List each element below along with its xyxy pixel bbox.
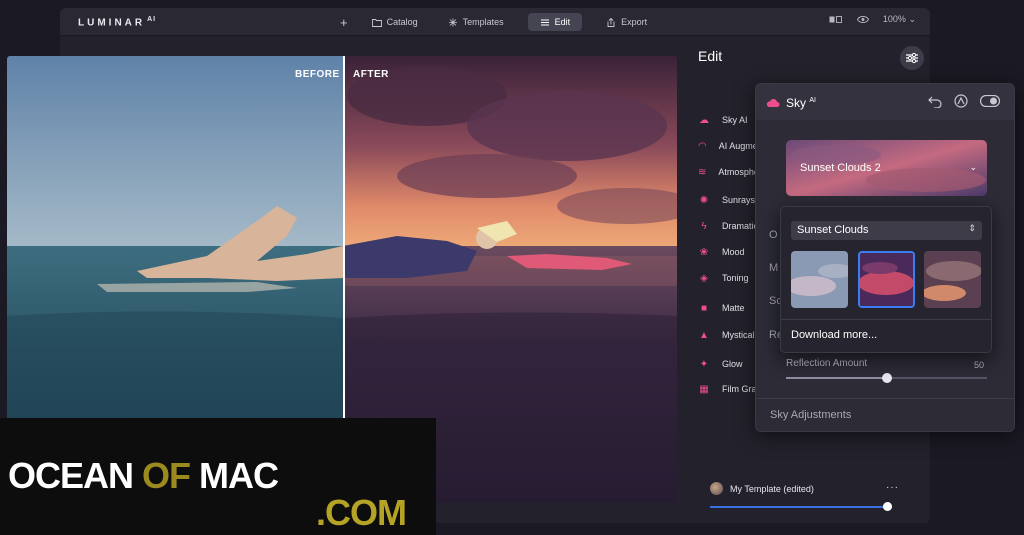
nav-export-label: Export [621,17,648,27]
edit-panel-title: Edit [698,48,723,64]
mask-icon[interactable] [954,94,968,108]
nav-templates-label: Templates [462,17,504,27]
slider-knob[interactable] [883,502,892,511]
toggle-visibility-icon[interactable] [980,95,1000,107]
sparkle-icon [448,18,457,26]
tool-label: Mystical [722,330,755,340]
slider-fill [786,377,887,379]
truncated-option-label: O [769,229,778,241]
template-row[interactable]: My Template (edited) [710,482,814,495]
zoom-dropdown[interactable]: 100% ⌄ [883,14,916,25]
add-icon[interactable]: + [340,15,348,30]
share-icon [607,17,615,27]
sky-selector[interactable]: Sunset Clouds 2 ⌄ [786,140,987,196]
sky-category-select[interactable]: Sunset Clouds ⇕ [791,221,982,240]
film-icon: ▦ [699,383,709,395]
before-label: BEFORE [295,69,340,80]
reflection-amount-label: Reflection Amount [786,358,868,369]
after-label: AFTER [353,69,389,80]
cloud-icon: ☁ [699,114,709,126]
rainbow-icon: ◠ [698,140,707,152]
sky-thumbnail[interactable] [791,251,848,308]
selected-sky-label: Sunset Clouds 2 [800,162,881,174]
sky-panel-actions [928,94,1000,108]
folder-icon [371,18,382,27]
nav-edit-label: Edit [554,17,571,27]
compare-icon[interactable] [829,15,843,24]
nav-export[interactable]: Export [600,13,653,31]
tool-label: Sunrays [722,195,756,205]
template-avatar [710,482,723,495]
divider [756,398,1014,399]
sky-thumb-dramatic [924,251,981,308]
sky-title-text: Sky [786,96,807,110]
main-nav: + Catalog Templates Edit Export [340,13,653,31]
top-toolbar: LUMINAR AI + Catalog Templates Edit Expor… [60,8,930,36]
logo-text: LUMINAR [78,17,146,29]
watermark-suffix: .COM [316,492,407,533]
mood-icon: ❀ [699,246,709,258]
cone-icon: ▲ [699,329,709,341]
sky-adjustments-section[interactable]: Sky Adjustments [770,409,851,421]
sky-dropdown: Sunset Clouds ⇕ Download more... [780,206,992,353]
reflection-amount-value: 50 [973,360,984,370]
template-amount-slider[interactable] [710,502,892,511]
download-more-link[interactable]: Download more... [791,329,877,341]
bolt-icon: ϟ [701,220,707,232]
sky-thumbnail[interactable] [924,251,981,308]
adjustments-button[interactable] [900,46,924,70]
sky-thumb-pale [791,251,848,308]
sliders-icon [540,19,549,25]
tool-label: Matte [722,303,745,313]
app-logo: LUMINAR AI [78,16,156,28]
tool-label: Toning [722,273,749,283]
watermark-word: MAC [199,455,279,496]
chevron-down-icon: ⌄ [908,14,916,24]
truncated-option-label: M [769,262,779,274]
tool-label: Glow [722,359,743,369]
sky-category-label: Sunset Clouds [797,224,869,236]
divider [781,319,991,320]
nav-catalog[interactable]: Catalog [366,13,424,31]
sky-panel-header: Sky AI [756,84,1014,120]
zoom-value: 100% [882,14,906,24]
sky-panel-title: Sky AI [786,96,816,110]
undo-icon[interactable] [928,95,942,108]
sliders-icon [906,52,918,64]
more-options-icon[interactable]: ··· [886,482,899,493]
template-name: My Template (edited) [730,483,814,494]
sun-icon: ✺ [699,194,709,206]
sky-title-sup: AI [809,97,816,104]
nav-catalog-label: Catalog [386,17,418,27]
watermark-logo: OCEAN OF MAC [8,455,279,497]
eye-icon[interactable] [856,15,869,24]
paint-bucket-icon: ◈ [700,272,708,284]
square-icon: ■ [700,302,708,314]
cloud-icon [766,99,780,107]
tool-label: Sky AI [722,115,748,125]
nav-templates[interactable]: Templates [442,13,510,31]
nav-edit[interactable]: Edit [527,13,583,31]
watermark-word: OF [142,455,191,496]
chevron-down-icon: ⌄ [969,162,977,172]
slider-knob[interactable] [881,373,892,383]
chevron-updown-icon: ⇕ [968,223,976,233]
watermark-word: OCEAN [8,455,134,496]
star-icon: ✦ [699,358,709,370]
sky-thumbnail-selected[interactable] [858,251,915,308]
sky-thumb-sunset [860,253,913,306]
tool-label: Dramatic [722,221,759,231]
view-controls: 100% ⌄ [829,14,916,25]
waves-icon: ≋ [698,166,707,178]
logo-superscript: AI [147,16,157,23]
reflection-amount-slider[interactable] [786,373,987,383]
tool-label: Mood [722,247,745,257]
